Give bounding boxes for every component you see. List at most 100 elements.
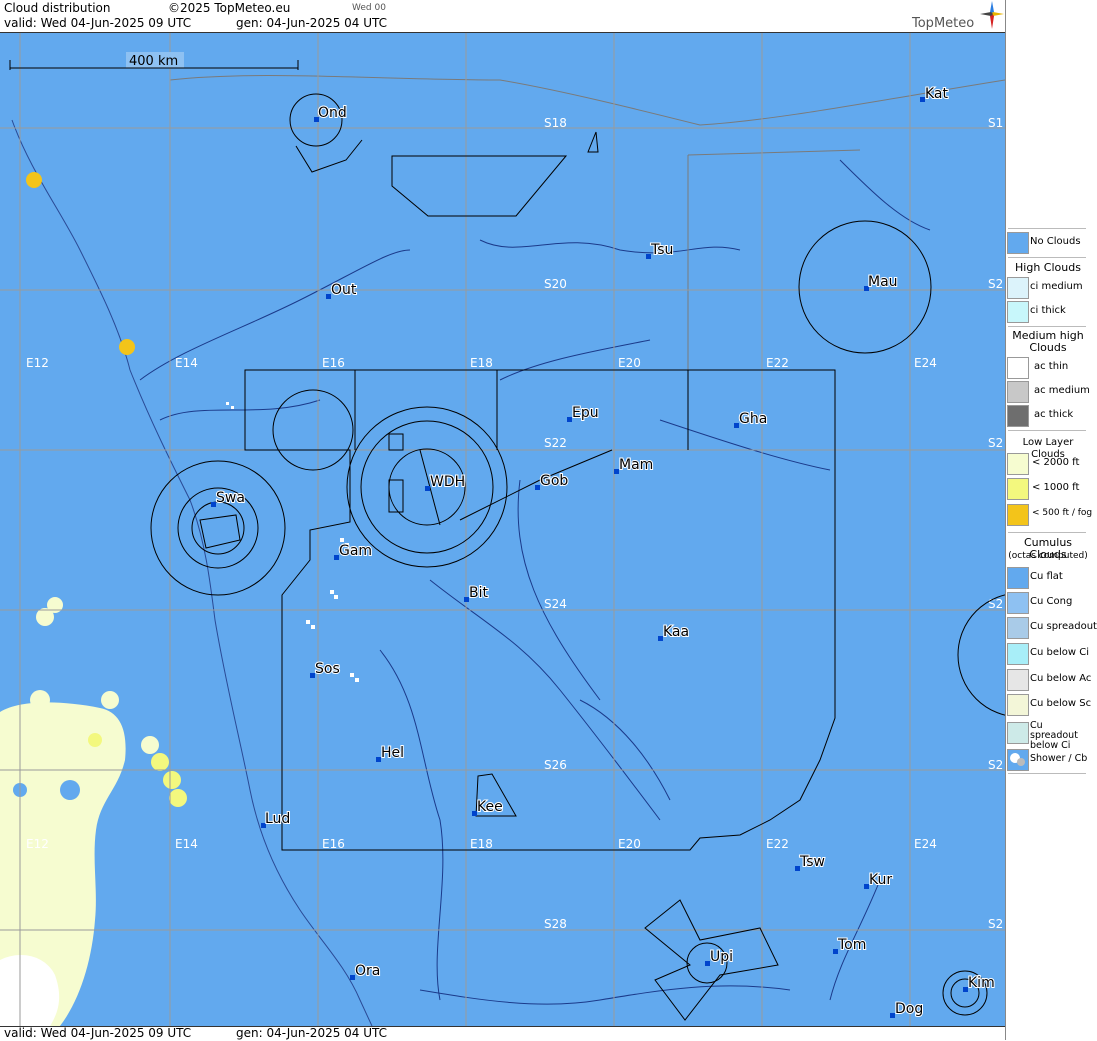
copyright-text: ©2025 TopMeteo.eu xyxy=(168,1,291,15)
lon-label: E18 xyxy=(470,356,493,370)
place-label: Swa xyxy=(216,490,245,506)
place-label: Tsu xyxy=(650,242,673,258)
place-marker[interactable]: Tom xyxy=(833,936,867,954)
header-bar: Cloud distribution ©2025 TopMeteo.eu Wed… xyxy=(0,0,1005,33)
place-marker[interactable]: Out xyxy=(326,281,358,299)
lat-edge-label: S2 xyxy=(988,277,1003,291)
place-label: Gha xyxy=(739,411,767,427)
place-label: Kim xyxy=(968,975,995,991)
legend-ac-medium: ac medium xyxy=(1006,381,1090,403)
place-marker[interactable]: Lud xyxy=(261,810,291,828)
lon-label: E14 xyxy=(175,837,198,851)
lon-label: E24 xyxy=(914,837,937,851)
place-label: Hel xyxy=(381,745,404,761)
place-marker[interactable]: Epu xyxy=(567,404,600,422)
lat-label: S28 xyxy=(544,917,567,931)
lon-label: E24 xyxy=(914,356,937,370)
legend-shower: Shower / Cb xyxy=(1006,749,1090,771)
place-marker[interactable]: Sos xyxy=(310,660,341,678)
place-label: Out xyxy=(331,282,357,298)
place-marker[interactable]: Upi xyxy=(705,948,734,966)
legend-panel: No Clouds High Clouds ci medium ci thick… xyxy=(1005,0,1097,1040)
lat-edge-label: S1 xyxy=(988,116,1003,130)
brand-name: TopMeteo xyxy=(912,16,975,31)
legend-ac-thick: ac thick xyxy=(1006,405,1090,427)
lon-label: E22 xyxy=(766,837,789,851)
place-label: Lud xyxy=(265,811,290,827)
legend-cu-subtitle: (octas computed) xyxy=(1008,551,1088,561)
legend-high-title: High Clouds xyxy=(1015,261,1081,274)
lon-label: E18 xyxy=(470,837,493,851)
place-label: Gob xyxy=(540,473,568,489)
place-marker[interactable]: Kee xyxy=(472,798,504,816)
lon-label: E16 xyxy=(322,837,345,851)
place-label: Kaa xyxy=(663,624,689,640)
place-marker[interactable]: Tsw xyxy=(795,853,826,871)
lat-label: S20 xyxy=(544,277,567,291)
place-marker[interactable]: WDH xyxy=(425,473,466,491)
place-label: Upi xyxy=(710,949,733,965)
legend-cu-below-sc: Cu below Sc xyxy=(1006,694,1091,716)
place-marker[interactable]: Mam xyxy=(614,456,654,474)
place-marker[interactable]: Mau xyxy=(864,273,899,291)
lat-edge-label: S2 xyxy=(988,436,1003,450)
place-marker[interactable]: Hel xyxy=(376,744,405,762)
lon-label: E12 xyxy=(26,837,49,851)
place-label: Mam xyxy=(619,457,653,473)
place-marker[interactable]: Kur xyxy=(864,871,893,889)
footer-generated-time: gen: 04-Jun-2025 04 UTC xyxy=(236,1026,388,1040)
legend-no-clouds: No Clouds xyxy=(1006,232,1090,254)
place-label: Kur xyxy=(869,872,892,888)
lon-label: E14 xyxy=(175,356,198,370)
lon-label: E20 xyxy=(618,837,641,851)
lat-edge-label: S2 xyxy=(988,597,1003,611)
place-label: Tom xyxy=(837,937,866,953)
place-marker[interactable]: Swa xyxy=(211,489,246,507)
legend-cu-spreadout-below-ci: Cu spreadout below Ci xyxy=(1006,719,1090,751)
lat-edge-label: S2 xyxy=(988,917,1003,931)
place-label: Gam xyxy=(339,543,372,559)
place-marker[interactable]: Gob xyxy=(535,472,569,490)
place-label: Kat xyxy=(925,86,949,102)
lon-label: E22 xyxy=(766,356,789,370)
place-marker[interactable]: Gha xyxy=(734,410,768,428)
place-label: Kee xyxy=(477,799,503,815)
generated-time: gen: 04-Jun-2025 04 UTC xyxy=(236,16,388,30)
place-label: Bit xyxy=(469,585,488,601)
place-marker[interactable]: Dog xyxy=(890,1000,924,1018)
lon-label: E16 xyxy=(322,356,345,370)
lat-edge-label: S2 xyxy=(988,758,1003,772)
map-title: Cloud distribution xyxy=(4,1,111,15)
lat-label: S26 xyxy=(544,758,567,772)
legend-ci-thick: ci thick xyxy=(1006,301,1090,323)
shower-icon xyxy=(1010,753,1025,766)
cloud-map[interactable]: E12 E14 E16 E18 E20 E22 E24 E12 E14 E16 … xyxy=(0,33,1005,1026)
footer-valid-time: valid: Wed 04-Jun-2025 09 UTC xyxy=(4,1026,192,1040)
legend-ac-thin: ac thin xyxy=(1006,357,1090,379)
legend-low-500: < 500 ft / fog xyxy=(1006,504,1092,526)
footer-bar: valid: Wed 04-Jun-2025 09 UTC gen: 04-Ju… xyxy=(0,1026,1005,1041)
place-marker[interactable]: Gam xyxy=(334,542,373,560)
legend-medium-title: Medium high Clouds xyxy=(1012,329,1084,354)
place-label: Tsw xyxy=(799,854,825,870)
place-label: Mau xyxy=(868,274,898,290)
place-marker[interactable]: Ond xyxy=(314,104,348,122)
legend-cu-spreadout: Cu spreadout xyxy=(1006,617,1097,639)
lon-label: E12 xyxy=(26,356,49,370)
run-tag: Wed 00 xyxy=(352,3,386,13)
legend-low-2000: < 2000 ft xyxy=(1006,453,1090,475)
place-label: Ora xyxy=(355,963,380,979)
place-marker[interactable]: Tsu xyxy=(646,241,674,259)
place-label: Ond xyxy=(318,105,347,121)
legend-cu-below-ac: Cu below Ac xyxy=(1006,669,1091,691)
place-marker[interactable]: Kat xyxy=(920,85,950,103)
place-marker[interactable]: Ora xyxy=(350,962,381,980)
legend-cu-flat: Cu flat xyxy=(1006,567,1090,589)
legend-cu-cong: Cu Cong xyxy=(1006,592,1090,614)
place-marker[interactable]: Kaa xyxy=(658,623,690,641)
scale-bar-label: 400 km xyxy=(129,54,178,69)
lon-label: E20 xyxy=(618,356,641,370)
place-marker[interactable]: Kim xyxy=(963,974,996,992)
legend-cu-below-ci: Cu below Ci xyxy=(1006,643,1090,665)
compass-logo-icon xyxy=(980,1,1004,29)
